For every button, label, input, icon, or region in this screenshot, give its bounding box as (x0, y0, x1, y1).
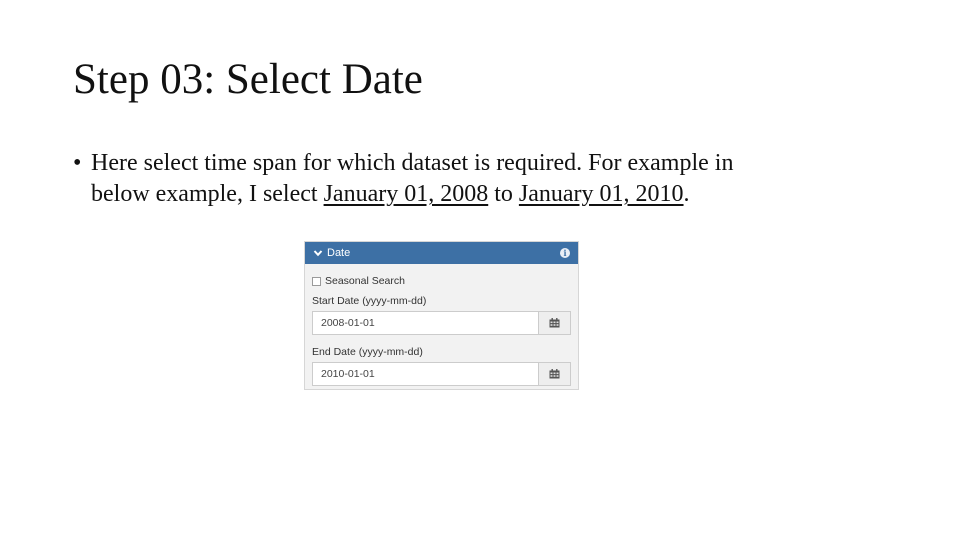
start-date-text: January 01, 2008 (323, 181, 489, 207)
bullet-line-2: below example, I select January 01, 2008… (73, 179, 873, 210)
date-panel-body: Seasonal Search Start Date (yyyy-mm-dd) (305, 264, 578, 386)
end-date-row (312, 362, 571, 386)
end-date-calendar-button[interactable] (539, 362, 571, 386)
bullet-end: . (683, 181, 690, 207)
start-date-row (312, 311, 571, 335)
date-panel-header[interactable]: Date i (305, 242, 578, 264)
seasonal-search-checkbox[interactable] (312, 276, 321, 286)
bullet-line-1: Here select time span for which dataset … (91, 150, 734, 176)
calendar-icon (549, 318, 560, 328)
start-date-label: Start Date (yyyy-mm-dd) (312, 295, 427, 307)
date-panel: Date i Seasonal Search Start Date (yyyy-… (304, 241, 579, 390)
start-date-input[interactable] (312, 311, 539, 335)
end-date-text: January 01, 2010 (518, 181, 684, 207)
slide-title: Step 03: Select Date (73, 56, 423, 103)
end-date-input[interactable] (312, 362, 539, 386)
bullet-marker: • (73, 150, 82, 176)
bullet-text: • Here select time span for which datase… (73, 148, 873, 210)
chevron-down-icon[interactable] (313, 248, 323, 258)
seasonal-search-label: Seasonal Search (325, 275, 405, 287)
seasonal-search-option[interactable]: Seasonal Search (312, 272, 571, 290)
date-panel-title: Date (327, 247, 351, 259)
bullet-line-2-prefix: below example, I select (91, 181, 324, 207)
info-icon[interactable]: i (560, 248, 570, 258)
end-date-label: End Date (yyyy-mm-dd) (312, 346, 423, 358)
bullet-between: to (488, 181, 519, 207)
start-date-calendar-button[interactable] (539, 311, 571, 335)
calendar-icon (549, 369, 560, 379)
